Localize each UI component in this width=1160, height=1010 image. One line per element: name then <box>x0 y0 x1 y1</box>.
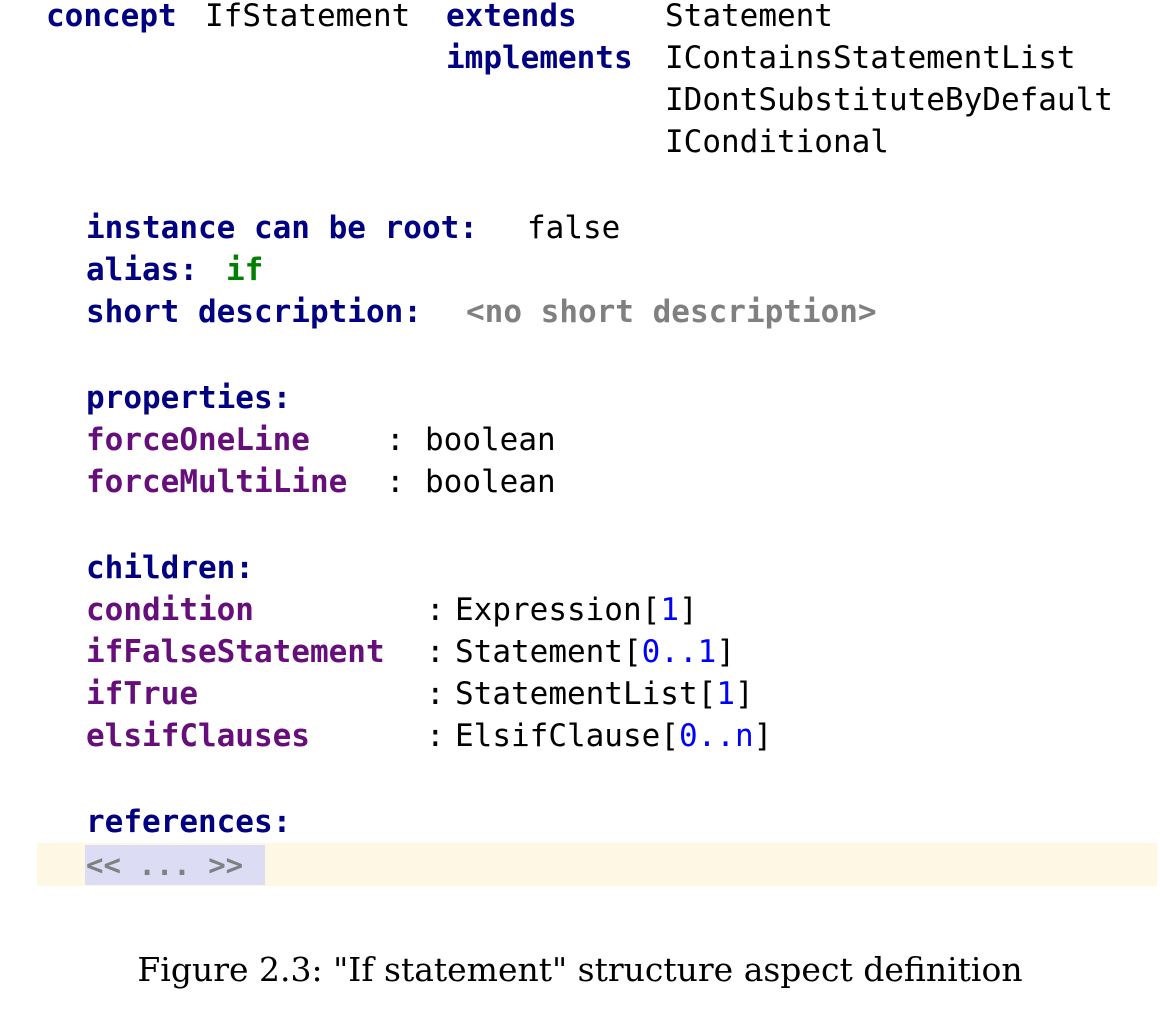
interface-item[interactable]: IConditional <box>665 124 889 160</box>
short-description-label: short description: <box>86 294 422 330</box>
child-type[interactable]: Expression[1] <box>455 592 698 628</box>
child-colon: : <box>426 592 445 628</box>
property-type[interactable]: boolean <box>425 464 556 500</box>
alias-label: alias: <box>86 252 198 288</box>
child-name[interactable]: ifTrue <box>86 676 198 712</box>
alias-value[interactable]: if <box>226 252 263 288</box>
property-name[interactable]: forceOneLine <box>86 422 310 458</box>
instance-root-label: instance can be root: <box>86 210 478 246</box>
child-type[interactable]: Statement[0..1] <box>455 634 735 670</box>
child-name[interactable]: ifFalseStatement <box>86 634 385 670</box>
property-colon: : <box>386 422 405 458</box>
extends-keyword: extends <box>446 0 577 34</box>
child-type[interactable]: StatementList[1] <box>455 676 754 712</box>
references-label: references: <box>86 804 292 840</box>
interface-item[interactable]: IContainsStatementList <box>665 40 1076 76</box>
concept-name[interactable]: IfStatement <box>205 0 410 34</box>
property-name[interactable]: forceMultiLine <box>86 464 347 500</box>
property-type[interactable]: boolean <box>425 422 556 458</box>
figure-caption: Figure 2.3: "If statement" structure asp… <box>137 950 1023 989</box>
implements-keyword: implements <box>446 40 633 76</box>
concept-keyword: concept <box>46 0 177 34</box>
children-label: children: <box>86 550 254 586</box>
child-type[interactable]: ElsifClause[0..n] <box>455 718 772 754</box>
child-colon: : <box>426 676 445 712</box>
references-placeholder[interactable]: << ... >> <box>86 847 243 883</box>
child-colon: : <box>426 634 445 670</box>
interface-item[interactable]: IDontSubstituteByDefault <box>665 82 1113 118</box>
child-name[interactable]: elsifClauses <box>86 718 310 754</box>
extends-value[interactable]: Statement <box>665 0 833 34</box>
concept-editor: concept IfStatement extends Statement im… <box>0 0 1160 1010</box>
properties-label: properties: <box>86 380 292 416</box>
child-name[interactable]: condition <box>86 592 254 628</box>
short-description-value[interactable]: <no short description> <box>466 294 877 330</box>
instance-root-value[interactable]: false <box>527 210 620 246</box>
child-colon: : <box>426 718 445 754</box>
property-colon: : <box>386 464 405 500</box>
